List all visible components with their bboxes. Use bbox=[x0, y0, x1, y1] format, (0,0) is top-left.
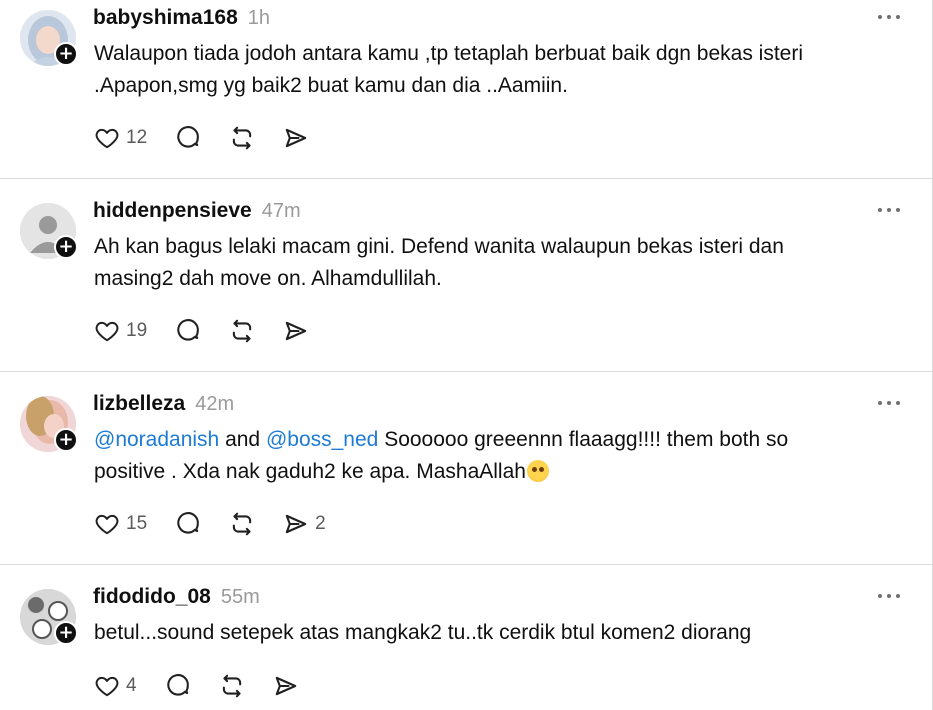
heart-icon bbox=[95, 676, 119, 697]
like-button[interactable]: 19 bbox=[94, 316, 147, 346]
heart-icon bbox=[95, 128, 119, 149]
post-text-line: @noradanish and @boss_ned Soooooo greeen… bbox=[94, 424, 894, 456]
post-text-fragment: Soooooo greeennn flaaagg!!!! them both s… bbox=[378, 428, 789, 451]
send-icon bbox=[285, 321, 307, 341]
action-bar: 12 bbox=[94, 123, 337, 153]
like-count: 4 bbox=[126, 675, 137, 696]
reply-button[interactable] bbox=[175, 123, 201, 153]
mention-link[interactable]: @boss_ned bbox=[266, 428, 378, 451]
post-header: hiddenpensieve 47m bbox=[93, 199, 301, 227]
post-text: betul...sound setepek atas mangkak2 tu..… bbox=[94, 617, 894, 649]
post-1: + babyshima168 1h Walaupon tiada jodoh an… bbox=[0, 0, 932, 178]
repost-icon bbox=[222, 674, 241, 698]
send-icon bbox=[285, 128, 307, 148]
post-header: lizbelleza 42m bbox=[93, 392, 234, 420]
reply-button[interactable] bbox=[165, 671, 191, 701]
repost-icon bbox=[232, 319, 252, 343]
like-button[interactable]: 12 bbox=[94, 123, 147, 153]
like-button[interactable]: 4 bbox=[94, 671, 137, 701]
reply-button[interactable] bbox=[175, 509, 201, 539]
share-count: 2 bbox=[315, 513, 326, 534]
repost-icon bbox=[232, 512, 252, 536]
repost-button[interactable] bbox=[229, 123, 255, 153]
share-button[interactable]: 2 bbox=[283, 509, 326, 539]
username[interactable]: fidodido_08 bbox=[93, 585, 211, 608]
post-header: fidodido_08 55m bbox=[93, 585, 260, 613]
action-bar: 19 bbox=[94, 316, 337, 346]
follow-plus-icon[interactable]: + bbox=[54, 621, 78, 645]
post-text-fragment: and bbox=[219, 428, 266, 451]
post-divider bbox=[0, 564, 932, 565]
action-bar: 15 2 bbox=[94, 509, 354, 539]
heart-icon bbox=[95, 514, 119, 535]
repost-icon bbox=[232, 126, 252, 150]
post-text-line: .Apapon,smg yg baik2 buat kamu dan dia .… bbox=[94, 74, 568, 97]
follow-plus-icon[interactable]: + bbox=[54, 428, 78, 452]
more-options-icon[interactable] bbox=[878, 201, 906, 217]
comment-icon bbox=[177, 319, 199, 341]
timestamp[interactable]: 47m bbox=[262, 200, 301, 222]
timestamp[interactable]: 55m bbox=[221, 586, 260, 608]
post-4: + fidodido_08 55m betul...sound setepek a… bbox=[0, 579, 932, 710]
like-count: 12 bbox=[126, 127, 148, 148]
heart-icon bbox=[95, 321, 119, 342]
reply-button[interactable] bbox=[175, 316, 201, 346]
like-count: 19 bbox=[126, 320, 148, 341]
like-button[interactable]: 15 bbox=[94, 509, 147, 539]
username[interactable]: babyshima168 bbox=[93, 6, 238, 29]
post-text-line: positive . Xda nak gaduh2 ke apa. MashaA… bbox=[94, 456, 894, 488]
share-button[interactable] bbox=[283, 123, 309, 153]
more-options-icon[interactable] bbox=[878, 587, 906, 603]
comment-icon bbox=[177, 512, 199, 534]
follow-plus-icon[interactable]: + bbox=[54, 235, 78, 259]
pleading-face-emoji-icon bbox=[526, 460, 549, 482]
post-text: @noradanish and @boss_ned Soooooo greeen… bbox=[94, 424, 894, 488]
post-text-line: Walaupon tiada jodoh antara kamu ,tp tet… bbox=[94, 42, 804, 65]
more-options-icon[interactable] bbox=[878, 394, 906, 410]
timestamp[interactable]: 42m bbox=[195, 393, 234, 415]
send-icon bbox=[285, 514, 307, 534]
post-text-line: masing2 dah move on. Alhamdullilah. bbox=[94, 267, 442, 290]
post-text: Walaupon tiada jodoh antara kamu ,tp tet… bbox=[94, 38, 894, 102]
username[interactable]: hiddenpensieve bbox=[93, 199, 252, 222]
like-count: 15 bbox=[126, 513, 148, 534]
post-divider bbox=[0, 371, 932, 372]
post-divider bbox=[0, 178, 932, 179]
post-text-line: Ah kan bagus lelaki macam gini. Defend w… bbox=[94, 235, 784, 258]
more-options-icon[interactable] bbox=[878, 8, 906, 24]
post-text-line: betul...sound setepek atas mangkak2 tu..… bbox=[94, 621, 752, 644]
comment-icon bbox=[177, 126, 199, 148]
post-2: + hiddenpensieve 47m Ah kan bagus lelaki … bbox=[0, 193, 932, 371]
username[interactable]: lizbelleza bbox=[93, 392, 185, 415]
share-button[interactable] bbox=[283, 316, 309, 346]
send-icon bbox=[275, 676, 296, 696]
post-text: Ah kan bagus lelaki macam gini. Defend w… bbox=[94, 231, 894, 295]
follow-plus-icon[interactable]: + bbox=[54, 42, 78, 66]
post-text-fragment: positive . Xda nak gaduh2 ke apa. MashaA… bbox=[94, 460, 526, 483]
post-3: + lizbelleza 42m @noradanish and @boss_ne… bbox=[0, 386, 932, 564]
timestamp[interactable]: 1h bbox=[248, 7, 270, 29]
repost-button[interactable] bbox=[229, 509, 255, 539]
comment-icon bbox=[166, 674, 189, 696]
action-bar: 4 bbox=[94, 671, 327, 701]
post-header: babyshima168 1h bbox=[93, 6, 270, 34]
share-button[interactable] bbox=[273, 671, 299, 701]
repost-button[interactable] bbox=[219, 671, 245, 701]
mention-link[interactable]: @noradanish bbox=[94, 428, 219, 451]
repost-button[interactable] bbox=[229, 316, 255, 346]
